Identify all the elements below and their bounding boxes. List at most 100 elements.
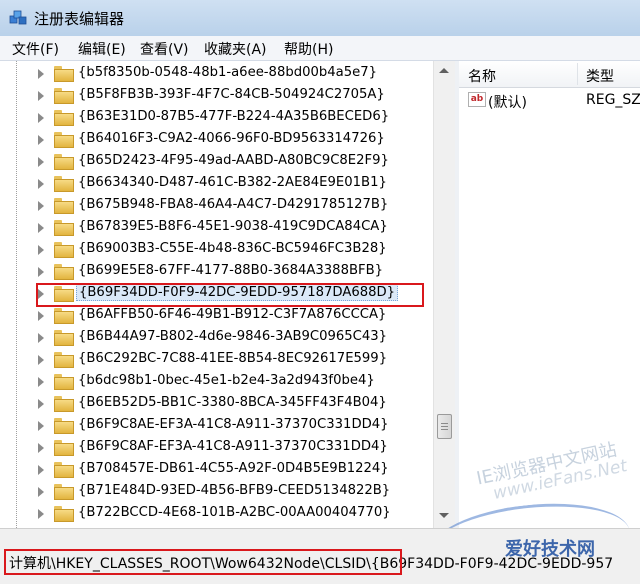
regedit-icon — [9, 10, 27, 25]
tree-item[interactable]: {B6AFFB50-6F46-49B1-B912-C3F7A876CCCA} — [0, 305, 430, 327]
folder-icon — [54, 462, 74, 478]
tree-item-label: {B675B948-FBA8-46A4-A4C7-D4291785127B} — [78, 197, 389, 212]
folder-icon — [54, 110, 74, 126]
menu-view[interactable]: 查看(V) — [138, 39, 191, 59]
tree-item[interactable]: {B63E31D0-87B5-477F-B224-4A35B6BECED6} — [0, 107, 430, 129]
expand-arrow-icon[interactable] — [38, 465, 44, 475]
tree-item-label: {B65D2423-4F95-49ad-AABD-A80BC9C8E2F9} — [78, 153, 389, 168]
tree-item-label: {B6F9C8AE-EF3A-41C8-A911-37370C331DD4} — [78, 417, 389, 432]
tree-item-label: {B63E31D0-87B5-477F-B224-4A35B6BECED6} — [78, 109, 390, 124]
expand-arrow-icon[interactable] — [38, 201, 44, 211]
folder-icon — [54, 330, 74, 346]
menu-help[interactable]: 帮助(H) — [282, 39, 335, 59]
folder-icon — [54, 352, 74, 368]
folder-icon — [54, 154, 74, 170]
folder-icon — [54, 66, 74, 82]
tree-item-label: {B67839E5-B8F6-45E1-9038-419C9DCA84CA} — [78, 219, 388, 234]
scroll-up-arrow-icon[interactable] — [439, 68, 449, 73]
expand-arrow-icon[interactable] — [38, 399, 44, 409]
scrollbar-thumb[interactable] — [437, 414, 452, 439]
scroll-down-arrow-icon[interactable] — [439, 513, 449, 518]
expand-arrow-icon[interactable] — [38, 487, 44, 497]
expand-arrow-icon[interactable] — [38, 179, 44, 189]
folder-icon — [54, 440, 74, 456]
expand-arrow-icon[interactable] — [38, 355, 44, 365]
registry-tree[interactable]: {b5f8350b-0548-48b1-a6ee-88bd00b4a5e7} {B… — [0, 61, 456, 528]
expand-arrow-icon[interactable] — [38, 69, 44, 79]
tree-item[interactable]: {B6EB52D5-BB1C-3380-8BCA-345FF43F4B04} — [0, 393, 430, 415]
expand-arrow-icon[interactable] — [38, 377, 44, 387]
expand-arrow-icon[interactable] — [38, 289, 44, 299]
tree-item[interactable]: {B699E5E8-67FF-4177-88B0-3684A3388BFB} — [0, 261, 430, 283]
tree-item-label: {b6dc98b1-0bec-45e1-b2e4-3a2d943f0be4} — [78, 373, 375, 388]
tree-item[interactable]: {B67839E5-B8F6-45E1-9038-419C9DCA84CA} — [0, 217, 430, 239]
tree-item-label: {B708457E-DB61-4C55-A92F-0D4B5E9B1224} — [78, 461, 389, 476]
tree-item[interactable]: {B69003B3-C55E-4b48-836C-BC5946FC3B28} — [0, 239, 430, 261]
tree-item[interactable]: {B722BCCD-4E68-101B-A2BC-00AA00404770} — [0, 503, 430, 525]
value-type: REG_SZ — [586, 92, 640, 108]
expand-arrow-icon[interactable] — [38, 113, 44, 123]
tree-item[interactable]: {b5f8350b-0548-48b1-a6ee-88bd00b4a5e7} — [0, 63, 430, 85]
tree-item-label: {B699E5E8-67FF-4177-88B0-3684A3388BFB} — [78, 263, 384, 278]
expand-arrow-icon[interactable] — [38, 267, 44, 277]
folder-icon — [54, 308, 74, 324]
tree-item[interactable]: {B708457E-DB61-4C55-A92F-0D4B5E9B1224} — [0, 459, 430, 481]
tree-item-label: {B71E484D-93ED-4B56-BFB9-CEED5134822B} — [78, 483, 391, 498]
window-title: 注册表编辑器 — [34, 10, 125, 28]
menu-favorites[interactable]: 收藏夹(A) — [202, 39, 269, 59]
tree-item[interactable]: {B5F8FB3B-393F-4F7C-84CB-504924C2705A} — [0, 85, 430, 107]
tree-item-label: {B6C292BC-7C88-41EE-8B54-8EC92617E599} — [78, 351, 388, 366]
folder-icon — [54, 264, 74, 280]
folder-icon — [54, 176, 74, 192]
folder-icon — [54, 132, 74, 148]
column-divider[interactable] — [577, 63, 578, 85]
folder-icon — [54, 374, 74, 390]
expand-arrow-icon[interactable] — [38, 509, 44, 519]
tree-item-label: {B69F34DD-F0F9-42DC-9EDD-957187DA688D} — [76, 284, 399, 301]
column-header-name[interactable]: 名称 — [468, 66, 496, 86]
expand-arrow-icon[interactable] — [38, 157, 44, 167]
tree-item-label: {B6EB52D5-BB1C-3380-8BCA-345FF43F4B04} — [78, 395, 387, 410]
tree-item-label: {b5f8350b-0548-48b1-a6ee-88bd00b4a5e7} — [78, 65, 377, 80]
tree-item[interactable]: {b6dc98b1-0bec-45e1-b2e4-3a2d943f0be4} — [0, 371, 430, 393]
tree-scrollbar[interactable] — [433, 61, 455, 528]
title-bar: 注册表编辑器 — [0, 0, 640, 37]
expand-arrow-icon[interactable] — [38, 421, 44, 431]
folder-icon — [54, 418, 74, 434]
value-row-default[interactable]: ab (默认) REG_SZ — [459, 89, 640, 111]
folder-icon — [54, 286, 74, 302]
menu-bar: 文件(F) 编辑(E) 查看(V) 收藏夹(A) 帮助(H) — [0, 36, 640, 61]
tree-item[interactable]: {B64016F3-C9A2-4066-96F0-BD9563314726} — [0, 129, 430, 151]
tree-item[interactable]: {B6B44A97-B802-4d6e-9846-3AB9C0965C43} — [0, 327, 430, 349]
tree-item[interactable]: {B6F9C8AF-EF3A-41C8-A911-37370C331DD4} — [0, 437, 430, 459]
tree-item[interactable]: {B65D2423-4F95-49ad-AABD-A80BC9C8E2F9} — [0, 151, 430, 173]
expand-arrow-icon[interactable] — [38, 245, 44, 255]
expand-arrow-icon[interactable] — [38, 333, 44, 343]
tree-item[interactable]: {B6634340-D487-461C-B382-2AE84E9E01B1} — [0, 173, 430, 195]
tree-item[interactable]: {B6C292BC-7C88-41EE-8B54-8EC92617E599} — [0, 349, 430, 371]
list-header: 名称 类型 — [459, 61, 640, 88]
tree-item-label: {B5F8FB3B-393F-4F7C-84CB-504924C2705A} — [78, 87, 385, 102]
watermark-logo: 爱好技术网 — [505, 539, 595, 560]
expand-arrow-icon[interactable] — [38, 135, 44, 145]
value-name: (默认) — [488, 95, 527, 111]
tree-item[interactable]: {B71E484D-93ED-4B56-BFB9-CEED5134822B} — [0, 481, 430, 503]
folder-icon — [54, 242, 74, 258]
menu-edit[interactable]: 编辑(E) — [76, 39, 128, 59]
tree-item[interactable]: {B675B948-FBA8-46A4-A4C7-D4291785127B} — [0, 195, 430, 217]
menu-file[interactable]: 文件(F) — [10, 39, 61, 59]
tree-item-selected[interactable]: {B69F34DD-F0F9-42DC-9EDD-957187DA688D} — [0, 283, 430, 305]
tree-item-label: {B6634340-D487-461C-B382-2AE84E9E01B1} — [78, 175, 387, 190]
tree-item-label: {B64016F3-C9A2-4066-96F0-BD9563314726} — [78, 131, 385, 146]
folder-icon — [54, 484, 74, 500]
expand-arrow-icon[interactable] — [38, 443, 44, 453]
column-header-type[interactable]: 类型 — [586, 66, 614, 86]
tree-item-label: {B6F9C8AF-EF3A-41C8-A911-37370C331DD4} — [78, 439, 388, 454]
tree-item[interactable]: {B6F9C8AE-EF3A-41C8-A911-37370C331DD4} — [0, 415, 430, 437]
folder-icon — [54, 396, 74, 412]
expand-arrow-icon[interactable] — [38, 223, 44, 233]
expand-arrow-icon[interactable] — [38, 91, 44, 101]
expand-arrow-icon[interactable] — [38, 311, 44, 321]
folder-icon — [54, 88, 74, 104]
folder-icon — [54, 220, 74, 236]
